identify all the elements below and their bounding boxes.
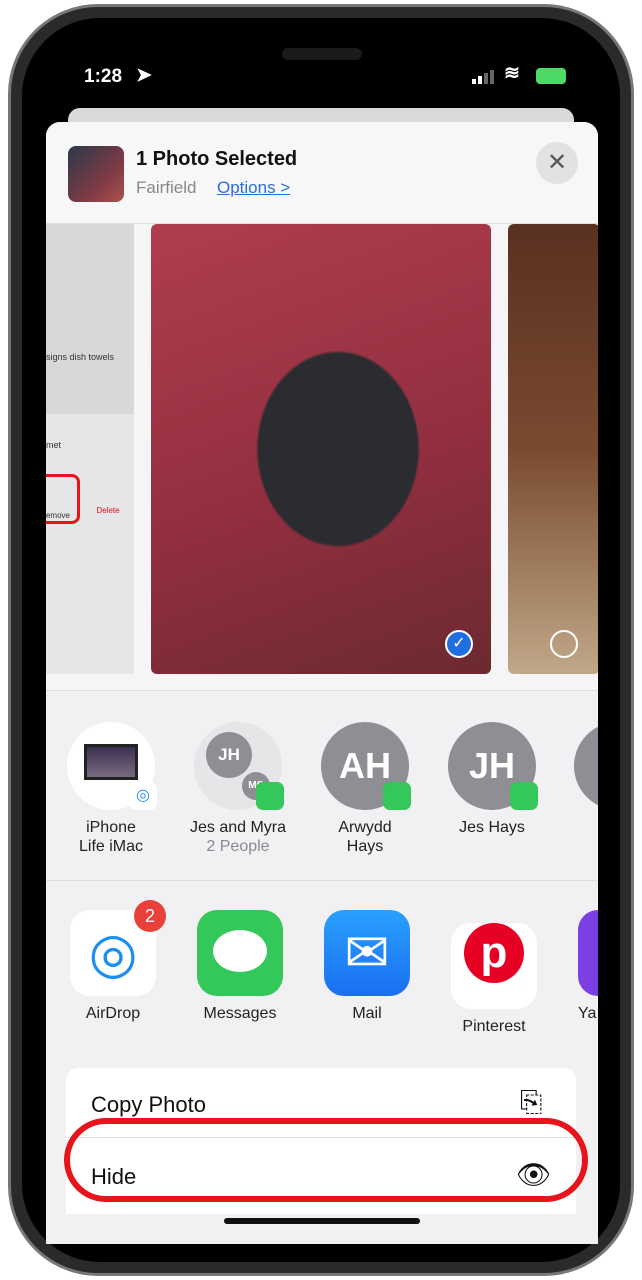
person-label: Jes and Myra 2 People — [189, 819, 287, 855]
messages-badge-icon — [256, 782, 284, 810]
app-airdrop[interactable]: ◎ 2 AirDrop — [70, 900, 166, 1023]
person-label: Arwydd Hays — [338, 819, 392, 855]
photo-screenshot[interactable]: signs dish towels met emove Delete — [46, 224, 134, 674]
apps-row: ◎ 2 AirDrop Messages ✉ Mail p Pinterest … — [46, 900, 598, 1035]
photo-thumbnail — [68, 146, 124, 202]
battery-icon — [536, 68, 566, 84]
selected-check-icon[interactable]: ✓ — [445, 630, 473, 658]
airdrop-badge-icon: ◎ — [129, 782, 157, 810]
pinterest-icon: p — [451, 923, 537, 1009]
messages-badge-icon — [510, 782, 538, 810]
home-indicator[interactable] — [224, 1218, 420, 1224]
avatar-partial[interactable] — [574, 722, 598, 810]
close-button[interactable]: ✕ — [536, 142, 578, 184]
highlight-circle — [64, 1118, 588, 1202]
messages-badge-icon — [383, 782, 411, 810]
wifi-icon: ≋ — [504, 63, 520, 84]
signal-icon — [472, 70, 494, 84]
app-partial[interactable]: Ya — [578, 910, 598, 1023]
speaker — [282, 48, 362, 60]
location-icon: ➤ — [136, 65, 152, 86]
options-link[interactable]: Options > — [217, 178, 290, 198]
photo-dog[interactable]: ✓ — [151, 224, 491, 674]
notification-badge: 2 — [134, 900, 166, 932]
messages-icon — [197, 910, 283, 996]
photo-strip: signs dish towels met emove Delete ✓ — [46, 224, 598, 690]
people-row: ◎ iPhoneLife iMac JH MC Jes and Myra2 Pe… — [46, 722, 598, 882]
share-header: 1 Photo Selected Fairfield Options > ✕ — [46, 122, 598, 224]
person-label: iPhone Life iMac — [78, 819, 144, 855]
unselected-circle-icon[interactable] — [550, 630, 578, 658]
mail-icon: ✉ — [324, 910, 410, 996]
app-messages[interactable]: Messages — [197, 910, 287, 1023]
person-label: Jes Hays — [459, 819, 525, 836]
app-mail[interactable]: ✉ Mail — [324, 910, 414, 1023]
status-time: 1:28 — [84, 66, 123, 87]
photo-door[interactable] — [508, 224, 598, 674]
share-sheet: 1 Photo Selected Fairfield Options > ✕ s… — [46, 122, 598, 1244]
header-title: 1 Photo Selected — [136, 148, 298, 170]
header-location: Fairfield — [136, 178, 197, 197]
app-pinterest[interactable]: p Pinterest — [451, 910, 541, 1036]
copy-icon: ⎘ — [520, 1086, 543, 1117]
